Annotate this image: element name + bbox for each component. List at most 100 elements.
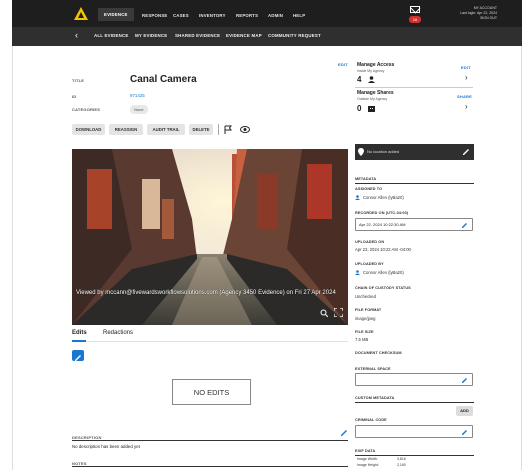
sign-out-link[interactable]: SIGN OUT	[480, 16, 497, 20]
last-login-text: Last login: Apr 22, 2024	[460, 11, 497, 15]
nav-admin[interactable]: ADMIN	[268, 13, 283, 18]
id-label: ID	[72, 94, 77, 99]
zoom-icon[interactable]	[320, 309, 328, 317]
assigned-value[interactable]: Connor Allen (lyBa20)	[363, 195, 404, 200]
manage-shares-subtitle: Outside My Agency	[357, 97, 388, 101]
left-border	[12, 46, 13, 470]
nav-response[interactable]: RESPONSE	[142, 13, 167, 18]
top-bar: EVIDENCE RESPONSE CASES INVENTORY REPORT…	[12, 0, 522, 27]
category-chip[interactable]: None	[130, 105, 148, 114]
manage-access-subtitle: Inside My Agency	[357, 69, 385, 73]
edit-details-link[interactable]: EDIT	[338, 62, 348, 67]
location-field[interactable]: No location added	[355, 144, 474, 160]
criminal-code-label: CRIMINAL CODE	[355, 418, 387, 422]
checksum-label: DOCUMENT CHECKSUM	[355, 351, 402, 355]
edit-external-icon[interactable]	[461, 377, 468, 384]
tab-divider	[72, 341, 348, 342]
mail-icon[interactable]	[410, 6, 420, 13]
nav-cases[interactable]: CASES	[173, 13, 189, 18]
my-account-link[interactable]: MY ACCOUNT	[474, 6, 497, 10]
id-value[interactable]: 971425	[130, 93, 145, 98]
chain-label: CHAIN OF CUSTODY STATUS	[355, 286, 411, 290]
edit-location-icon[interactable]	[462, 148, 470, 156]
manage-access-title: Manage Access	[357, 62, 395, 68]
canal-photo	[72, 149, 348, 325]
size-label: FILE SIZE	[355, 330, 374, 334]
image-height-label: Image Height:	[357, 463, 379, 467]
recorded-value: Apr 22, 2024 10:22:30 AM	[359, 222, 406, 227]
image-watermark: Viewed by mccann@fivewardsworkflowsoluti…	[76, 290, 336, 296]
edit-criminal-code-icon[interactable]	[461, 429, 468, 436]
recorded-field[interactable]: Apr 22, 2024 10:22:30 AM	[355, 218, 473, 231]
exif-divider	[355, 455, 474, 456]
manage-divider	[355, 87, 473, 88]
exif-heading: EXIF DATA	[355, 449, 376, 453]
evidence-image[interactable]: Viewed by mccann@fivewardsworkflowsoluti…	[72, 149, 348, 325]
download-button[interactable]: DOWNLOAD	[72, 124, 105, 135]
reassign-button[interactable]: REASSIGN	[109, 124, 143, 135]
access-chevron-icon[interactable]: ›	[465, 73, 468, 82]
image-height-value: 2,160	[397, 463, 406, 467]
title-label: TITLE	[72, 78, 85, 83]
flag-icon[interactable]	[224, 125, 232, 134]
custom-divider	[355, 402, 474, 403]
action-divider	[218, 124, 219, 135]
assigned-person-icon	[355, 195, 360, 200]
person-icon	[368, 76, 375, 83]
nav-reports[interactable]: REPORTS	[236, 13, 258, 18]
uploaded-by-label: UPLOADED BY	[355, 262, 384, 266]
subnav-evidence-map[interactable]: EVIDENCE MAP	[226, 33, 262, 38]
recorded-label: RECORDED ON (UTC-04:00)	[355, 211, 409, 215]
image-width-value: 3,816	[397, 457, 406, 461]
fullscreen-icon[interactable]	[334, 308, 343, 317]
evidence-title: Canal Camera	[130, 74, 197, 85]
manage-shares-title: Manage Shares	[357, 90, 394, 96]
nav-help[interactable]: HELP	[293, 13, 305, 18]
nav-evidence[interactable]: EVIDENCE	[98, 8, 134, 21]
logo-icon[interactable]	[74, 7, 88, 20]
edit-image-button[interactable]	[72, 350, 84, 361]
access-count: 4	[357, 75, 362, 84]
edit-recorded-icon[interactable]	[461, 222, 468, 229]
back-arrow-icon[interactable]: ‹	[75, 30, 78, 40]
uploaded-on-value: Apr 23, 2024 10:22 AM -04:00	[355, 247, 411, 252]
notification-badge: 16	[409, 16, 421, 23]
metadata-heading: METADATA	[355, 177, 377, 181]
description-divider	[72, 440, 348, 441]
subnav-shared-evidence[interactable]: SHARED EVIDENCE	[175, 33, 220, 38]
tab-edits[interactable]: Edits	[72, 330, 87, 336]
add-metadata-button[interactable]: ADD	[456, 406, 473, 416]
edit-description-icon[interactable]	[340, 429, 348, 437]
shares-chevron-icon[interactable]: ›	[465, 102, 468, 111]
sub-navigation: ‹ ALL EVIDENCE MY EVIDENCE SHARED EVIDEN…	[12, 27, 522, 46]
description-value: No description has been added yet	[72, 444, 140, 449]
external-field[interactable]	[355, 373, 473, 386]
shares-count: 0	[357, 104, 362, 113]
image-width-label: Image Width:	[357, 457, 378, 461]
notes-divider	[72, 466, 348, 467]
uploaded-on-label: UPLOADED ON	[355, 240, 385, 244]
subnav-all-evidence[interactable]: ALL EVIDENCE	[94, 33, 129, 38]
subnav-my-evidence[interactable]: MY EVIDENCE	[135, 33, 167, 38]
nav-inventory[interactable]: INVENTORY	[199, 13, 226, 18]
subnav-community-request[interactable]: COMMUNITY REQUEST	[268, 33, 321, 38]
format-value: image/jpeg	[355, 316, 376, 321]
tab-redactions[interactable]: Redactions	[103, 330, 133, 336]
custom-metadata-heading: CUSTOM METADATA	[355, 396, 395, 400]
share-link[interactable]: SHARE	[457, 94, 472, 99]
assigned-label: ASSIGNED TO	[355, 187, 383, 191]
uploader-person-icon	[355, 270, 360, 275]
size-value: 7.5 MB	[355, 337, 369, 342]
eye-icon[interactable]	[240, 126, 250, 133]
tab-indicator	[72, 340, 86, 342]
uploaded-by-value[interactable]: Connor Allen (lyBa20)	[363, 270, 404, 275]
chain-value: Unchecked	[355, 294, 376, 299]
manage-access-edit-link[interactable]: EDIT	[461, 65, 471, 70]
location-text: No location added	[367, 149, 400, 154]
criminal-code-field[interactable]	[355, 425, 473, 438]
location-pin-icon	[358, 148, 364, 156]
building-icon	[368, 106, 375, 112]
categories-label: CATEGORIES	[72, 107, 101, 112]
delete-button[interactable]: DELETE	[189, 124, 213, 135]
audit-trail-button[interactable]: AUDIT TRAIL	[147, 124, 185, 135]
